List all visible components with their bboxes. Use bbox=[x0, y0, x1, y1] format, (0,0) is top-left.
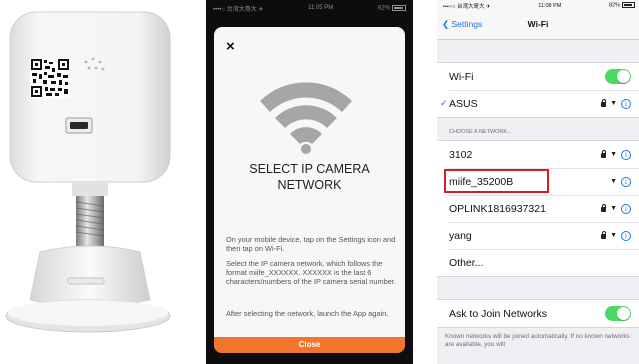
network-name: Other... bbox=[449, 256, 484, 269]
checkmark-icon: ✓ bbox=[440, 98, 448, 108]
network-name: yang bbox=[449, 229, 472, 242]
lock-icon bbox=[601, 231, 607, 239]
wifi-toggle-section: Wi-Fi ✓ ASUS ▼ i bbox=[437, 62, 639, 118]
lock-icon bbox=[601, 204, 607, 212]
lock-icon bbox=[601, 99, 607, 107]
wifi-signal-icon: ▼ bbox=[610, 178, 617, 185]
instruction-step-2: Select the IP camera network, which foll… bbox=[226, 259, 396, 287]
network-row-oplink[interactable]: OPLINK1816937321 ▼ i bbox=[437, 195, 639, 222]
status-bar: ••••○ 台湾大哥大 ✈ 11:05 PM 62% bbox=[206, 0, 413, 16]
info-icon[interactable]: i bbox=[621, 176, 631, 187]
ask-to-join-footer: Known networks will be joined automatica… bbox=[445, 333, 630, 348]
wifi-label: Wi-Fi bbox=[449, 70, 474, 83]
network-row-other[interactable]: Other... bbox=[437, 249, 639, 276]
wifi-icon bbox=[260, 82, 352, 154]
info-icon[interactable]: i bbox=[621, 98, 631, 109]
qr-code bbox=[30, 58, 70, 98]
carrier-label: •••○○ 台湾大哥大 ✈ bbox=[443, 3, 491, 10]
dialog-title: SELECT IP CAMERA NETWORK bbox=[249, 162, 370, 192]
navigation-bar: ❮ Settings Wi-Fi bbox=[437, 11, 639, 40]
battery-indicator: 82% bbox=[609, 2, 635, 9]
time-label: 11:08 PM bbox=[538, 2, 562, 9]
wifi-toggle[interactable] bbox=[605, 69, 631, 84]
carrier-label: ••••○ 台湾大哥大 ✈ bbox=[213, 6, 264, 13]
wifi-signal-icon: ▼ bbox=[610, 205, 617, 212]
wifi-signal-icon: ▼ bbox=[610, 232, 617, 239]
ask-to-join-section: Ask to Join Networks bbox=[437, 299, 639, 328]
info-icon[interactable]: i bbox=[621, 230, 631, 241]
select-network-dialog: × SELECT IP CAMERA NETWORK On your mobil… bbox=[214, 27, 405, 353]
ios-wifi-settings: •••○○ 台湾大哥大 ✈ 11:08 PM 82% ❮ Settings Wi… bbox=[437, 0, 639, 364]
close-button[interactable]: Close bbox=[214, 337, 405, 353]
camera-setup-phone: ••••○ 台湾大哥大 ✈ 11:05 PM 62% × SELECT IP C… bbox=[206, 0, 413, 364]
battery-indicator: 62% bbox=[378, 4, 406, 11]
info-icon[interactable]: i bbox=[621, 149, 631, 160]
wifi-row[interactable]: Wi-Fi bbox=[437, 63, 639, 90]
network-name: ASUS bbox=[449, 97, 478, 110]
battery-icon bbox=[622, 2, 635, 9]
network-row-3102[interactable]: 3102 ▼ i bbox=[437, 141, 639, 168]
ip-camera-illustration bbox=[5, 11, 171, 333]
network-row-miife[interactable]: miife_35200B ▼ i bbox=[437, 168, 639, 195]
instruction-step-1: On your mobile device, tap on the Settin… bbox=[226, 235, 396, 254]
time-label: 11:05 PM bbox=[308, 5, 334, 11]
camera-photo bbox=[0, 0, 200, 364]
close-icon[interactable]: × bbox=[226, 39, 235, 54]
status-bar: •••○○ 台湾大哥大 ✈ 11:08 PM 82% bbox=[437, 0, 639, 11]
ask-to-join-row[interactable]: Ask to Join Networks bbox=[437, 300, 639, 327]
wifi-signal-icon: ▼ bbox=[610, 100, 617, 107]
ask-to-join-toggle[interactable] bbox=[605, 306, 631, 321]
instruction-step-3: After selecting the network, launch the … bbox=[226, 309, 389, 318]
ask-to-join-label: Ask to Join Networks bbox=[449, 307, 548, 320]
network-name: OPLINK1816937321 bbox=[449, 202, 546, 215]
lock-icon bbox=[601, 150, 607, 158]
network-name: 3102 bbox=[449, 148, 473, 161]
highlight-box bbox=[444, 169, 549, 193]
battery-icon bbox=[392, 4, 406, 11]
section-header: CHOOSE A NETWORK... bbox=[449, 129, 512, 135]
wifi-signal-icon: ▼ bbox=[610, 151, 617, 158]
page-title: Wi-Fi bbox=[527, 19, 549, 29]
network-list: 3102 ▼ i miife_35200B ▼ i OPLINK1816937321… bbox=[437, 140, 639, 277]
connected-network-row[interactable]: ✓ ASUS ▼ i bbox=[437, 90, 639, 117]
info-icon[interactable]: i bbox=[621, 203, 631, 214]
network-row-yang[interactable]: yang ▼ i bbox=[437, 222, 639, 249]
